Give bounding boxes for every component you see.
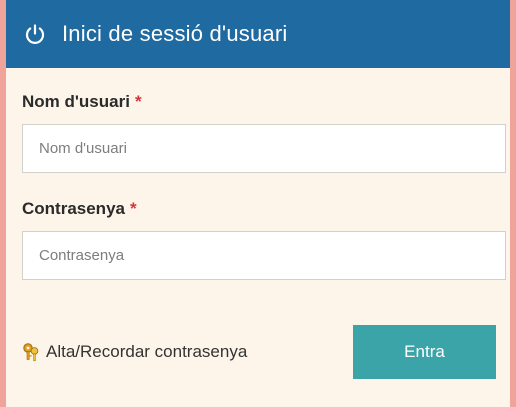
login-header: Inici de sessió d'usuari — [6, 0, 510, 68]
username-group: Nom d'usuari * — [22, 92, 506, 173]
login-title: Inici de sessió d'usuari — [62, 21, 288, 46]
password-group: Contrasenya * — [22, 199, 506, 280]
password-input[interactable] — [22, 231, 506, 280]
power-icon — [24, 23, 46, 45]
login-panel: Inici de sessió d'usuari Nom d'usuari* C… — [6, 0, 510, 407]
register-recover-label: Alta/Recordar contrasenya — [46, 342, 248, 361]
required-mark: * — [129, 199, 137, 218]
username-label: Nom d'usuari * — [22, 92, 496, 112]
password-label-text: Contrasenya — [22, 199, 125, 218]
required-mark: * — [134, 92, 142, 111]
register-recover-link[interactable]: Alta/Recordar contrasenya — [22, 342, 247, 362]
keys-icon — [22, 342, 40, 362]
password-label: Contrasenya * — [22, 199, 496, 219]
username-input[interactable] — [22, 124, 506, 173]
login-form: Nom d'usuari* Contrasenya* — [6, 68, 510, 280]
login-footer: Alta/Recordar contrasenya Entra — [22, 325, 496, 379]
username-label-text: Nom d'usuari — [22, 92, 130, 111]
submit-button[interactable]: Entra — [353, 325, 496, 379]
